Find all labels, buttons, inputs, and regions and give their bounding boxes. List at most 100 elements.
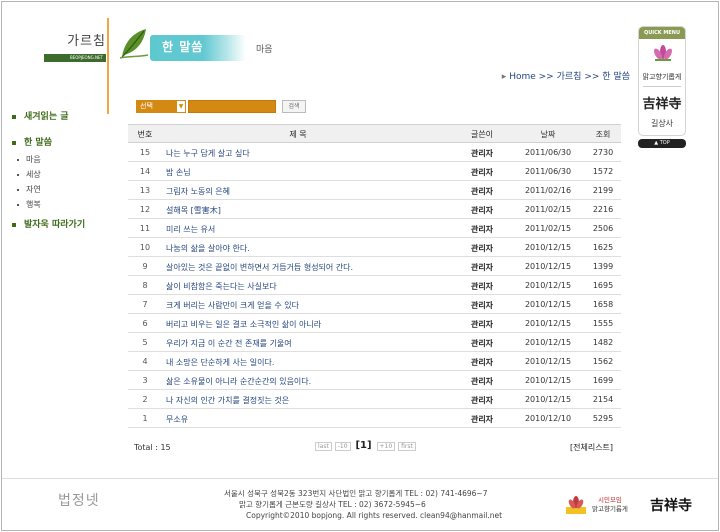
row-number: 8 [142,281,148,290]
row-title-link[interactable]: 나 자신의 인간 가치를 결정짓는 것은 [166,395,289,406]
sidebar-item-one-word[interactable]: 한 말씀 [12,136,85,150]
row-date: 2010/12/15 [524,338,572,347]
row-date: 2010/12/15 [524,357,572,366]
table-row[interactable]: 4 내 소망은 단순하게 사는 일이다. 관리자 2010/12/15 1562 [128,352,621,371]
table-row[interactable]: 1 무소유 관리자 2010/12/10 5295 [128,409,621,428]
quick-menu: QUICK MENU 맑고향기롭게 吉祥寺 길상사 [638,26,686,136]
table-row[interactable]: 3 삶은 소유물이 아니라 순간순간의 있음이다. 관리자 2010/12/15 169… [128,371,621,390]
search-field-select[interactable]: 선택 ▼ [136,100,186,113]
row-hits: 2730 [592,148,614,157]
quick-link-clean-fragrant[interactable]: 맑고향기롭게 [639,72,685,82]
row-date: 2010/12/15 [524,262,572,271]
sidebar-subitem-world[interactable]: 세상 [12,167,85,182]
row-writer: 관리자 [470,206,494,215]
row-title-link[interactable]: 무소유 [166,414,188,425]
row-hits: 1699 [592,376,614,385]
footer-address-line1: 서울시 성북구 성북2동 323번지 사단법인 맑고 향기롭게 TEL : 02… [224,489,488,498]
table-row[interactable]: 14 밤 손님 관리자 2011/06/30 1572 [128,162,621,181]
row-number: 5 [142,338,148,347]
table-row[interactable]: 5 우리가 지금 이 순간 전 존재를 기울여 관리자 2010/12/15 1482 [128,333,621,352]
table-row[interactable]: 10 나눔의 삶을 살아야 한다. 관리자 2010/12/15 1625 [128,238,621,257]
section-title: 가르침 [67,34,106,49]
row-date: 2011/02/16 [524,186,572,195]
sidebar-subitem-happiness[interactable]: 행복 [12,197,85,212]
sidebar-subitem-nature[interactable]: 자연 [12,182,85,197]
row-number: 10 [139,243,151,252]
table-row[interactable]: 11 미리 쓰는 유서 관리자 2011/02/15 2506 [128,219,621,238]
sidebar-item-engraved-reading[interactable]: 새겨읽는 글 [12,110,85,124]
row-writer: 관리자 [470,187,494,196]
page-last-button[interactable]: first [398,442,416,451]
row-hits: 2216 [592,205,614,214]
row-hits: 1399 [592,262,614,271]
breadcrumb-level2[interactable]: 한 말씀 [602,72,630,82]
row-title-link[interactable]: 설해목 [雪害木] [166,205,221,216]
row-hits: 2506 [592,224,614,233]
row-hits: 1695 [592,281,614,290]
row-writer: 관리자 [470,282,494,291]
row-title-link[interactable]: 살아있는 것은 끝없이 변하면서 거듭거듭 형성되어 간다. [166,262,353,273]
table-row[interactable]: 15 나는 누구 답게 살고 싶다 관리자 2011/06/30 2730 [128,143,621,162]
quick-menu-header: QUICK MENU [639,27,685,39]
row-title-link[interactable]: 삶은 소유물이 아니라 순간순간의 있음이다. [166,376,311,387]
table-row[interactable]: 7 크게 버리는 사람만이 크게 얻을 수 있다 관리자 2010/12/15 1658 [128,295,621,314]
list-all-link[interactable]: [전체리스트] [570,442,613,453]
citizen-group-label: 시민모임 맑고향기롭게 [592,496,628,514]
section-brand: 가르침 BEOPJEONG.NET [40,30,106,64]
row-title-link[interactable]: 나눔의 삶을 살아야 한다. [166,243,250,254]
row-title-link[interactable]: 우리가 지금 이 순간 전 존재를 기울여 [166,338,292,349]
search-button[interactable]: 검색 [282,100,306,113]
table-row[interactable]: 2 나 자신의 인간 가치를 결정짓는 것은 관리자 2010/12/15 2154 [128,390,621,409]
row-date: 2010/12/15 [524,281,572,290]
row-date: 2010/12/15 [524,243,572,252]
row-number: 14 [139,167,151,176]
row-date: 2011/02/15 [524,224,572,233]
row-title-link[interactable]: 삶이 비참함은 죽는다는 사실보다 [166,281,277,292]
row-title-link[interactable]: 버리고 비우는 일은 결코 소극적인 삶이 아니라 [166,319,321,330]
footer-address-line2: 맑고 향기롭게 근본도량 길상사 TEL : 02) 3672-5945~6 [239,500,426,509]
citizen-group-title: 시민모임 [597,496,622,504]
page-first-button[interactable]: last [315,442,332,451]
row-title-link[interactable]: 미리 쓰는 유서 [166,224,215,235]
table-row[interactable]: 6 버리고 비우는 일은 결코 소극적인 삶이 아니라 관리자 2010/12/15 1… [128,314,621,333]
page-next10-button[interactable]: +10 [376,442,396,451]
page-current[interactable]: [1] [353,441,373,451]
row-number: 11 [139,224,151,233]
row-title-link[interactable]: 밤 손님 [166,167,191,178]
table-row[interactable]: 12 설해목 [雪害木] 관리자 2011/02/15 2216 [128,200,621,219]
search-select-value: 선택 [140,102,153,110]
table-row[interactable]: 8 삶이 비참함은 죽는다는 사실보다 관리자 2010/12/15 1695 [128,276,621,295]
table-body: 15 나는 누구 답게 살고 싶다 관리자 2011/06/30 2730 14 밤 손님 관… [128,143,621,428]
pagination: last -10 [1] +10 first [315,441,417,452]
chevron-down-icon[interactable]: ▼ [176,100,186,113]
table-row[interactable]: 13 그림자 노동의 은혜 관리자 2011/02/16 2199 [128,181,621,200]
scroll-top-button[interactable]: ▲ TOP [638,139,686,148]
col-header-title: 제 목 [289,130,307,139]
table-row[interactable]: 9 살아있는 것은 끝없이 변하면서 거듭거듭 형성되어 간다. 관리자 2010/1… [128,257,621,276]
row-number: 9 [142,262,148,271]
breadcrumb-home-icon: ▸ [501,72,507,82]
row-hits: 2199 [592,186,614,195]
row-number: 13 [139,186,151,195]
breadcrumb-level1[interactable]: 가르침 [557,72,582,82]
gilsangsa-calligraphy[interactable]: 吉祥寺 [639,93,685,112]
row-hits: 1555 [592,319,614,328]
lotus-icon[interactable] [652,43,674,61]
footer-divider [2,478,718,479]
sidebar-subitem-mind[interactable]: 마음 [12,152,85,167]
sidebar-item-follow-footsteps[interactable]: 발자욱 따라가기 [12,218,85,232]
page-prev10-button[interactable]: -10 [334,442,351,451]
footer-address: 서울시 성북구 성북2동 323번지 사단법인 맑고 향기롭게 TEL : 02… [224,488,502,521]
quick-link-gilsangsa[interactable]: 길상사 [639,118,685,129]
footer-gilsangsa-calligraphy: 吉祥寺 [650,498,692,514]
row-number: 7 [142,300,148,309]
total-count: Total : 15 [134,443,171,452]
row-title-link[interactable]: 나는 누구 답게 살고 싶다 [166,148,250,159]
search-input[interactable] [188,100,276,113]
breadcrumb-home[interactable]: Home [509,72,536,82]
row-writer: 관리자 [470,415,494,424]
row-title-link[interactable]: 내 소망은 단순하게 사는 일이다. [166,357,274,368]
row-number: 15 [139,148,151,157]
row-title-link[interactable]: 크게 버리는 사람만이 크게 얻을 수 있다 [166,300,299,311]
row-title-link[interactable]: 그림자 노동의 은혜 [166,186,230,197]
